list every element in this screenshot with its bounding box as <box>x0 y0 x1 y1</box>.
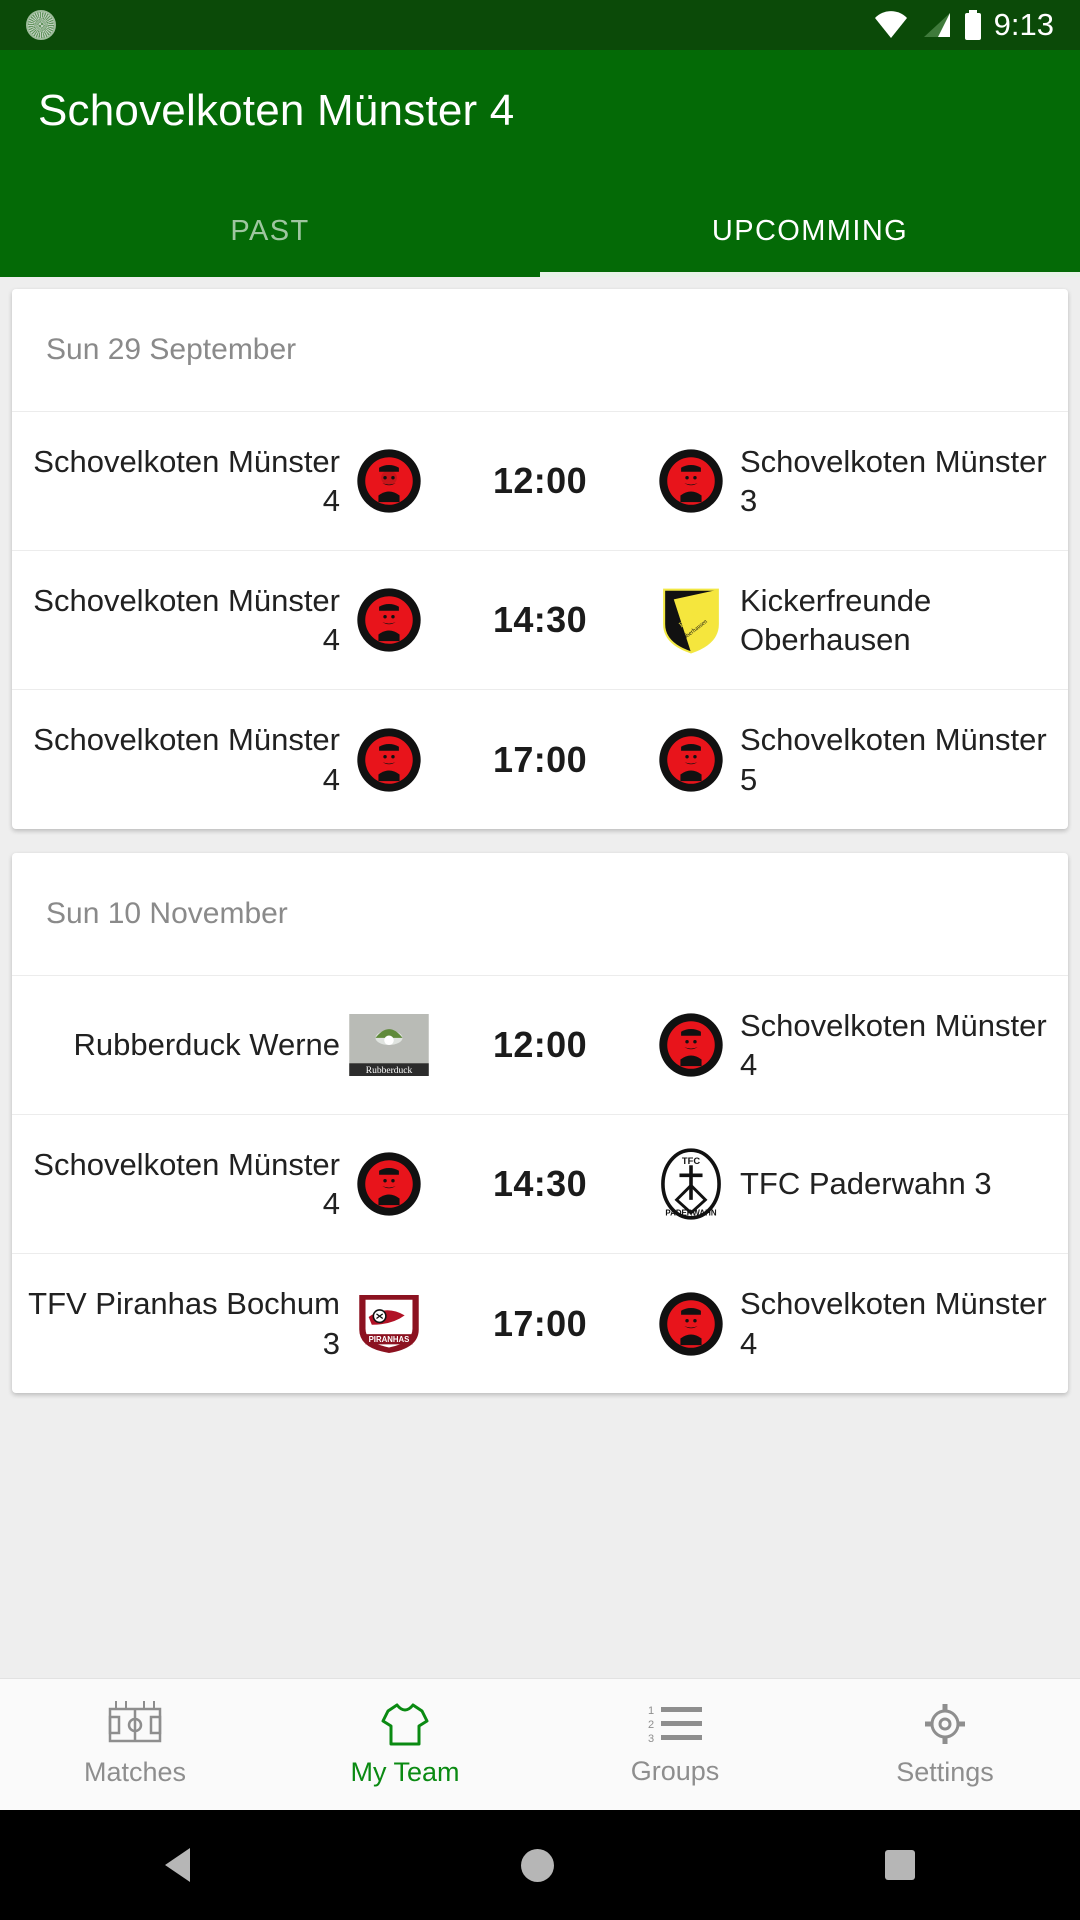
page-title: Schovelkoten Münster 4 <box>38 86 515 135</box>
match-day-date: Sun 10 November <box>12 853 1068 976</box>
home-crest-slot <box>346 1151 432 1217</box>
away-team-name: Schovelkoten Münster 4 <box>740 1007 1047 1082</box>
app-bar: Schovelkoten Münster 4 PAST UPCOMMING <box>0 50 1080 277</box>
kickoff-time: 17:00 <box>492 1302 588 1344</box>
nav-label-matches: Matches <box>83 1757 187 1787</box>
wifi-icon <box>874 11 907 38</box>
home-team-name: Schovelkoten Münster 4 <box>33 1146 340 1221</box>
away-crest-slot <box>648 1291 734 1357</box>
svg-text:Rubberduck: Rubberduck <box>366 1066 413 1076</box>
svg-text:1: 1 <box>648 1705 654 1717</box>
kickoff-time: 14:30 <box>492 1163 588 1204</box>
home-crest-slot <box>346 587 432 653</box>
schovelkoten-crest <box>659 727 723 792</box>
schovelkoten-crest <box>357 1152 421 1216</box>
home-team-name: Schovelkoten Münster 4 <box>33 582 340 657</box>
signal-icon <box>923 13 950 37</box>
app-notification-icon <box>26 10 56 40</box>
gear-icon <box>925 1704 965 1744</box>
home-team-name: Schovelkoten Münster 4 <box>33 443 340 518</box>
away-crest-slot <box>648 1012 734 1078</box>
away-crest-slot: Post SV Oberhausen <box>648 585 734 655</box>
match-day-date: Sun 29 September <box>12 289 1068 412</box>
svg-text:2: 2 <box>648 1719 654 1731</box>
nav-label-settings: Settings <box>896 1757 994 1787</box>
shirt-icon <box>381 1703 429 1746</box>
schovelkoten-crest <box>659 1013 723 1077</box>
tab-upcomming-label: UPCOMMING <box>711 214 909 247</box>
match-list-scroll[interactable]: Sun 29 September Schovelkoten Münster 4 <box>0 277 1080 1678</box>
system-navigation-bar <box>0 1810 1080 1920</box>
away-crest-slot <box>648 448 734 514</box>
piranhas-crest: PIRANHAS <box>359 1294 419 1353</box>
kickoff-time: 12:00 <box>492 1024 588 1065</box>
home-crest-slot: Rubberduck <box>346 1014 432 1076</box>
triangle-back-icon[interactable] <box>165 1848 191 1882</box>
kickoff-time: 14:30 <box>492 599 588 640</box>
svg-text:PADERWAHN: PADERWAHN <box>665 1209 716 1218</box>
schovelkoten-crest <box>357 727 421 792</box>
home-team-name: TFV Piranhas Bochum 3 <box>28 1286 340 1361</box>
match-row[interactable]: TFV Piranhas Bochum 3 PIRANHAS 17:00 Sch… <box>12 1254 1068 1393</box>
match-row[interactable]: Schovelkoten Münster 4 14:30 <box>12 551 1068 690</box>
away-team-name: Kickerfreunde Oberhausen <box>740 582 932 657</box>
match-day-card: Sun 10 November Rubberduck Werne Rubberd… <box>12 853 1068 1393</box>
pitch-icon <box>108 1701 162 1743</box>
home-crest-slot <box>346 727 432 793</box>
away-crest-slot: TFC PADERWAHN <box>648 1148 734 1220</box>
away-team-name: Schovelkoten Münster 3 <box>740 443 1047 518</box>
status-bar-left <box>26 10 56 40</box>
svg-text:3: 3 <box>648 1733 654 1745</box>
circle-home-icon[interactable] <box>520 1848 554 1882</box>
away-crest-slot <box>648 727 734 793</box>
battery-icon <box>964 10 981 40</box>
status-bar-right: 9:13 <box>874 7 1054 43</box>
match-day-card: Sun 29 September Schovelkoten Münster 4 <box>12 289 1068 829</box>
away-team-name: Schovelkoten Münster 4 <box>740 1286 1047 1361</box>
match-row[interactable]: Schovelkoten Münster 4 14:30 <box>12 1115 1068 1254</box>
schovelkoten-crest <box>357 449 421 513</box>
tab-past[interactable]: PAST <box>0 185 540 277</box>
nav-item-my-team[interactable]: My Team <box>270 1701 540 1788</box>
nav-item-matches[interactable]: Matches <box>0 1701 270 1788</box>
match-row[interactable]: Schovelkoten Münster 4 12:00 Schovelkote… <box>12 412 1068 551</box>
away-team-name: TFC Paderwahn 3 <box>740 1166 992 1202</box>
nav-item-settings[interactable]: Settings <box>810 1701 1080 1788</box>
kickoff-time: 17:00 <box>492 738 588 780</box>
tab-bar: PAST UPCOMMING <box>0 185 1080 277</box>
paderwahn-crest: TFC PADERWAHN <box>661 1148 721 1220</box>
home-crest-slot <box>346 448 432 514</box>
nav-label-groups: Groups <box>630 1756 720 1786</box>
nav-item-groups[interactable]: 1 2 3 Groups <box>540 1702 810 1787</box>
kickerfreunde-crest: Post SV Oberhausen <box>663 588 719 654</box>
home-team-name: Schovelkoten Münster 4 <box>33 722 340 797</box>
status-bar: 9:13 <box>0 0 1080 50</box>
schovelkoten-crest <box>659 1291 723 1356</box>
match-row[interactable]: Schovelkoten Münster 4 17:00 Schovelkote… <box>12 690 1068 829</box>
away-team-name: Schovelkoten Münster 5 <box>740 722 1047 797</box>
kickoff-time: 12:00 <box>492 460 588 501</box>
home-team-name: Rubberduck Werne <box>73 1027 340 1063</box>
status-bar-clock: 9:13 <box>993 7 1054 42</box>
schovelkoten-crest <box>357 588 421 652</box>
square-recents-icon[interactable] <box>884 1850 915 1880</box>
svg-text:TFC: TFC <box>682 1156 700 1166</box>
home-crest-slot: PIRANHAS <box>346 1293 432 1355</box>
svg-text:PIRANHAS: PIRANHAS <box>369 1335 410 1344</box>
tab-upcomming[interactable]: UPCOMMING <box>540 185 1080 277</box>
tab-past-label: PAST <box>230 214 310 247</box>
match-row[interactable]: Rubberduck Werne Rubberduck 12:00 Schove… <box>12 976 1068 1115</box>
bottom-navigation: Matches My Team 1 2 3 Groups Settings <box>0 1678 1080 1810</box>
schovelkoten-crest <box>659 449 723 513</box>
list-numbered-icon: 1 2 3 <box>648 1705 702 1745</box>
rubberduck-crest: Rubberduck <box>349 1014 429 1076</box>
nav-label-my-team: My Team <box>350 1757 460 1787</box>
app-root: 9:13 Schovelkoten Münster 4 PAST UPCOMMI… <box>0 0 1080 1920</box>
